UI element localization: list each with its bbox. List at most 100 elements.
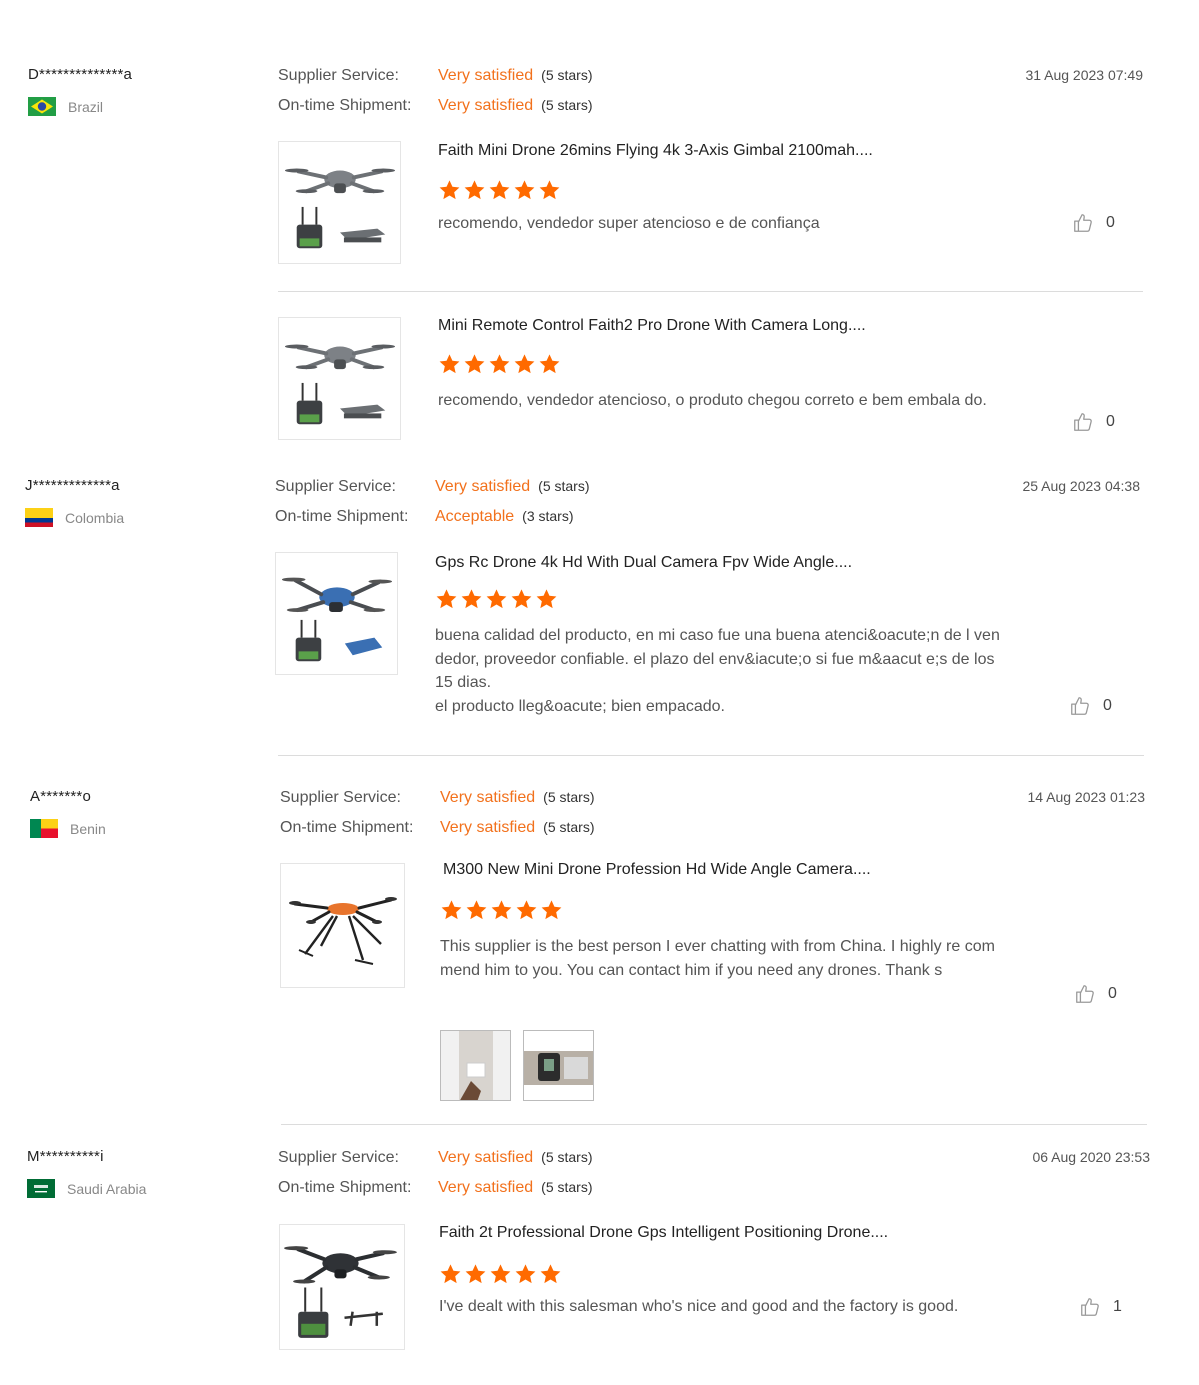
star-icon [538, 353, 561, 375]
buyer-country: Colombia [25, 508, 124, 527]
like-button[interactable]: 0 [1072, 411, 1115, 433]
ontime-shipment-rating: On-time Shipment: Very satisfied (5 stars) [280, 819, 595, 837]
rating-label: Supplier Service: [278, 1149, 399, 1166]
product-star-rating [435, 588, 558, 610]
thumbs-up-icon [1069, 695, 1091, 717]
review-comment: recomendo, vendedor super atencioso e de… [438, 215, 820, 232]
star-icon [514, 1263, 537, 1285]
buyer-name: A*******o [30, 788, 92, 805]
star-icon [515, 899, 538, 921]
star-icon [439, 1263, 462, 1285]
rating-label: On-time Shipment: [280, 819, 414, 836]
brazil-flag-icon [28, 97, 56, 116]
ontime-shipment-rating: On-time Shipment: Very satisfied (5 stars) [278, 97, 593, 115]
star-icon [464, 1263, 487, 1285]
ontime-shipment-rating: On-time Shipment: Very satisfied (5 stars) [278, 1179, 593, 1197]
buyer-country: Brazil [28, 97, 103, 116]
comment-line: buena calidad del producto, en mi caso f… [435, 627, 1000, 691]
rating-value: Very satisfied [435, 478, 531, 495]
rating-value: Very satisfied [438, 67, 534, 84]
rating-stars-count: (5 stars) [543, 789, 595, 805]
product-thumbnail[interactable] [279, 1224, 405, 1350]
rating-label: Supplier Service: [278, 67, 399, 84]
buyer-info: A*******o Benin [30, 788, 270, 838]
review-comment: I've dealt with this salesman who's nice… [439, 1298, 959, 1315]
like-button[interactable]: 0 [1069, 695, 1112, 717]
star-icon [463, 179, 486, 201]
rating-label: On-time Shipment: [278, 97, 412, 114]
review-comment: buena calidad del producto, en mi caso f… [435, 624, 1000, 718]
product-star-rating [440, 899, 563, 921]
product-thumbnail[interactable] [275, 552, 398, 675]
rating-stars-count: (5 stars) [538, 478, 590, 494]
review-date: 06 Aug 2020 23:53 [1032, 1149, 1150, 1165]
rating-value: Very satisfied [438, 1149, 534, 1166]
ontime-shipment-rating: On-time Shipment: Acceptable (3 stars) [275, 508, 574, 526]
rating-label: Supplier Service: [275, 478, 396, 495]
rating-value: Very satisfied [440, 819, 536, 836]
star-icon [465, 899, 488, 921]
star-icon [488, 353, 511, 375]
buyer-name: J*************a [25, 477, 120, 494]
like-count: 1 [1113, 1298, 1122, 1315]
country-name: Colombia [65, 509, 125, 526]
country-name: Brazil [68, 98, 104, 115]
like-count: 0 [1106, 413, 1115, 430]
star-icon [513, 179, 536, 201]
colombia-flag-icon [25, 508, 53, 527]
rating-value: Very satisfied [440, 789, 536, 806]
buyer-info: J*************a Colombia [25, 477, 265, 527]
rating-value: Acceptable [435, 508, 515, 525]
product-title-link[interactable]: Gps Rc Drone 4k Hd With Dual Camera Fpv … [435, 554, 852, 572]
star-icon [485, 588, 508, 610]
review-photo[interactable] [440, 1030, 511, 1101]
like-button[interactable]: 1 [1079, 1296, 1122, 1318]
like-button[interactable]: 0 [1072, 212, 1115, 234]
rating-stars-count: (5 stars) [541, 1149, 593, 1165]
item-divider [278, 291, 1143, 292]
like-button[interactable]: 0 [1074, 983, 1117, 1005]
star-icon [510, 588, 533, 610]
star-icon [438, 179, 461, 201]
rating-stars-count: (5 stars) [541, 67, 593, 83]
rating-label: Supplier Service: [280, 789, 401, 806]
like-count: 0 [1106, 214, 1115, 231]
product-thumbnail[interactable] [278, 317, 401, 440]
product-thumbnail[interactable] [280, 863, 405, 988]
product-title-link[interactable]: Faith Mini Drone 26mins Flying 4k 3-Axis… [438, 142, 873, 160]
like-count: 0 [1108, 985, 1117, 1002]
supplier-service-rating: Supplier Service: Very satisfied (5 stars) [278, 67, 593, 85]
product-title-link[interactable]: Mini Remote Control Faith2 Pro Drone Wit… [438, 317, 866, 335]
buyer-name: M**********i [27, 1148, 104, 1165]
rating-stars-count: (5 stars) [541, 97, 593, 113]
star-icon [488, 179, 511, 201]
country-name: Benin [70, 820, 106, 837]
product-title-link[interactable]: M300 New Mini Drone Profession Hd Wide A… [443, 861, 871, 879]
review-divider [278, 755, 1144, 756]
rating-value: Very satisfied [438, 97, 534, 114]
review-comment: This supplier is the best person I ever … [440, 938, 995, 979]
buyer-country: Saudi Arabia [27, 1179, 146, 1198]
like-count: 0 [1103, 697, 1112, 714]
product-star-rating [438, 179, 561, 201]
star-icon [460, 588, 483, 610]
star-icon [490, 899, 513, 921]
review-date: 14 Aug 2023 01:23 [1027, 789, 1145, 805]
review-photo[interactable] [523, 1030, 594, 1101]
star-icon [435, 588, 458, 610]
rating-stars-count: (5 stars) [543, 819, 595, 835]
star-icon [538, 179, 561, 201]
star-icon [535, 588, 558, 610]
comment-line: el producto lleg&oacute; bien empacado. [435, 697, 725, 715]
rating-label: On-time Shipment: [275, 508, 409, 525]
thumbs-up-icon [1072, 411, 1094, 433]
buyer-info: D**************a Brazil [28, 66, 268, 116]
product-thumbnail[interactable] [278, 141, 401, 264]
review-comment: recomendo, vendedor atencioso, o produto… [438, 392, 987, 409]
supplier-service-rating: Supplier Service: Very satisfied (5 stars) [275, 478, 590, 496]
buyer-info: M**********i Saudi Arabia [27, 1148, 267, 1198]
buyer-name: D**************a [28, 66, 133, 83]
star-icon [438, 353, 461, 375]
rating-value: Very satisfied [438, 1179, 534, 1196]
product-title-link[interactable]: Faith 2t Professional Drone Gps Intellig… [439, 1224, 888, 1242]
